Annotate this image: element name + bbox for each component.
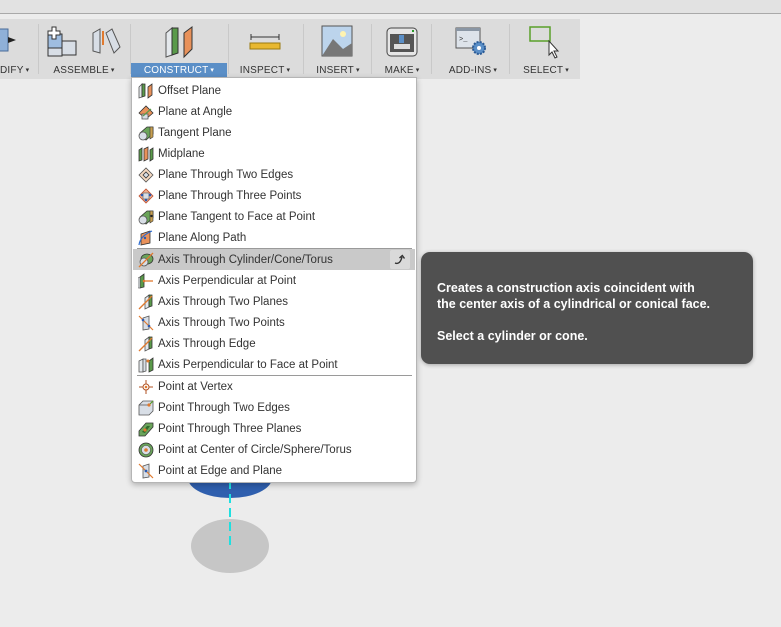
menu-item-tangent-plane[interactable]: Tangent Plane <box>133 122 415 143</box>
menu-item-axis-edge[interactable]: Axis Through Edge <box>133 333 415 354</box>
menu-item-label: Axis Perpendicular at Point <box>158 274 297 287</box>
menu-item-label: Plane at Angle <box>158 105 233 118</box>
menu-item-label: Tangent Plane <box>158 126 232 139</box>
menu-item-axis-perpendicular-face[interactable]: Axis Perpendicular to Face at Point <box>133 354 415 375</box>
plane-tangent-face-point-icon <box>138 210 154 225</box>
joint-icon <box>92 28 121 54</box>
menu-item-point-center[interactable]: Point at Center of Circle/Sphere/Torus <box>133 439 415 460</box>
printer-icon <box>386 27 418 57</box>
toolbar-group-inspect[interactable]: INSPECT ▾ <box>229 19 301 79</box>
menu-item-plane-tangent-face-point[interactable]: Plane Tangent to Face at Point <box>133 206 415 227</box>
menu-item-label: Axis Through Two Points <box>158 316 285 329</box>
construct-dropdown-menu: Offset Plane Plane at Angle Tangent Plan… <box>131 77 417 483</box>
menu-item-label: Midplane <box>158 147 205 160</box>
toolbar-label-inspect[interactable]: INSPECT ▾ <box>233 63 297 78</box>
menu-item-label: Axis Perpendicular to Face at Point <box>158 358 338 371</box>
cylinder-shadow <box>191 519 269 573</box>
toolbar-label-construct[interactable]: CONSTRUCT ▾ <box>131 63 227 78</box>
command-tooltip: Creates a construction axis coincident w… <box>421 252 753 364</box>
select-box-icon <box>529 26 560 59</box>
axis-perpendicular-point-icon <box>138 272 153 289</box>
toolbar: DIFY ▾ ASSEMBLE ▾ CONSTRUCT ▾ INSPECT ▾ … <box>0 19 580 79</box>
offset-plane-icon <box>138 82 153 99</box>
toolbar-label-make[interactable]: MAKE ▾ <box>374 63 430 78</box>
menu-item-offset-plane[interactable]: Offset Plane <box>133 80 415 101</box>
menu-item-label: Plane Through Three Points <box>158 189 302 202</box>
axis-two-points-icon <box>138 314 154 330</box>
menu-item-label: Point at Edge and Plane <box>158 464 283 477</box>
axis-two-planes-icon <box>138 293 153 310</box>
menu-item-axis-two-planes[interactable]: Axis Through Two Planes <box>133 291 415 312</box>
menu-item-label: Point Through Two Edges <box>158 401 290 414</box>
menu-item-label: Axis Through Two Planes <box>158 295 288 308</box>
point-three-planes-icon <box>138 422 154 436</box>
toolbar-group-modify[interactable]: DIFY ▾ <box>0 19 38 79</box>
axis-perpendicular-face-icon <box>138 356 154 373</box>
toolbar-label-insert[interactable]: INSERT ▾ <box>310 63 366 78</box>
plane-along-path-icon <box>138 229 153 245</box>
toolbar-label-select[interactable]: SELECT ▾ <box>518 63 574 78</box>
toolbar-label-modify[interactable]: DIFY ▾ <box>0 63 29 78</box>
plane-three-points-icon <box>138 187 154 204</box>
menu-item-plane-at-angle[interactable]: Plane at Angle <box>133 101 415 122</box>
expand-arrow-icon <box>394 253 406 264</box>
axis-cylinder-icon <box>138 252 154 267</box>
image-icon <box>321 25 353 57</box>
menu-item-label: Point at Center of Circle/Sphere/Torus <box>158 443 352 456</box>
menu-item-plane-along-path[interactable]: Plane Along Path <box>133 227 415 248</box>
point-center-icon <box>138 442 154 457</box>
point-vertex-icon <box>139 379 153 394</box>
plane-two-edges-icon <box>138 166 154 183</box>
menu-item-label: Point at Vertex <box>158 380 233 393</box>
toolbar-group-insert[interactable]: INSERT ▾ <box>304 19 364 79</box>
menu-item-midplane[interactable]: Midplane <box>133 143 415 164</box>
toolbar-label-assemble[interactable]: ASSEMBLE ▾ <box>50 63 118 78</box>
assemble-icon <box>47 26 77 57</box>
menu-item-plane-two-edges[interactable]: Plane Through Two Edges <box>133 164 415 185</box>
toolbar-group-select[interactable]: SELECT ▾ <box>510 19 580 79</box>
menu-item-label: Offset Plane <box>158 84 222 97</box>
menu-item-label: Plane Through Two Edges <box>158 168 294 181</box>
menu-item-point-two-edges[interactable]: Point Through Two Edges <box>133 397 415 418</box>
menu-item-label: Axis Through Cylinder/Cone/Torus <box>158 253 333 266</box>
menu-item-label: Plane Along Path <box>158 231 247 244</box>
menu-item-point-edge-plane[interactable]: Point at Edge and Plane <box>133 460 415 481</box>
scripts-gear-icon: >_ <box>455 27 486 55</box>
menu-item-axis-perpendicular-point[interactable]: Axis Perpendicular at Point <box>133 270 415 291</box>
construct-icon <box>165 26 193 59</box>
svg-text:>_: >_ <box>459 36 468 44</box>
window-titlebar <box>0 0 781 14</box>
tooltip-instruction: Select a cylinder or cone. <box>437 329 588 343</box>
menu-item-point-three-planes[interactable]: Point Through Three Planes <box>133 418 415 439</box>
expand-tooltip-button[interactable] <box>390 250 410 269</box>
point-two-edges-icon <box>138 400 154 415</box>
menu-item-plane-three-points[interactable]: Plane Through Three Points <box>133 185 415 206</box>
modify-icon <box>0 28 16 52</box>
toolbar-group-assemble[interactable]: ASSEMBLE ▾ <box>40 19 130 79</box>
toolbar-group-make[interactable]: MAKE ▾ <box>372 19 432 79</box>
menu-item-label: Plane Tangent to Face at Point <box>158 210 316 223</box>
toolbar-group-construct[interactable]: CONSTRUCT ▾ <box>131 19 227 79</box>
menu-item-label: Axis Through Edge <box>158 337 256 350</box>
tooltip-description-line-2: the center axis of a cylindrical or coni… <box>437 297 711 311</box>
ruler-icon <box>249 34 281 50</box>
midplane-icon <box>138 145 154 162</box>
toolbar-group-addins[interactable]: >_ ADD-INS ▾ <box>432 19 510 79</box>
tangent-plane-icon <box>138 126 154 141</box>
menu-item-label: Point Through Three Planes <box>158 422 302 435</box>
point-edge-plane-icon <box>138 462 154 478</box>
menu-item-point-vertex[interactable]: Point at Vertex <box>133 376 415 397</box>
tooltip-description-line-1: Creates a construction axis coincident w… <box>437 281 695 295</box>
plane-at-angle-icon <box>138 104 154 120</box>
toolbar-label-addins[interactable]: ADD-INS ▾ <box>438 63 508 78</box>
menu-item-axis-two-points[interactable]: Axis Through Two Points <box>133 312 415 333</box>
axis-edge-icon <box>138 335 153 352</box>
menu-item-axis-cylinder[interactable]: Axis Through Cylinder/Cone/Torus <box>133 249 415 270</box>
